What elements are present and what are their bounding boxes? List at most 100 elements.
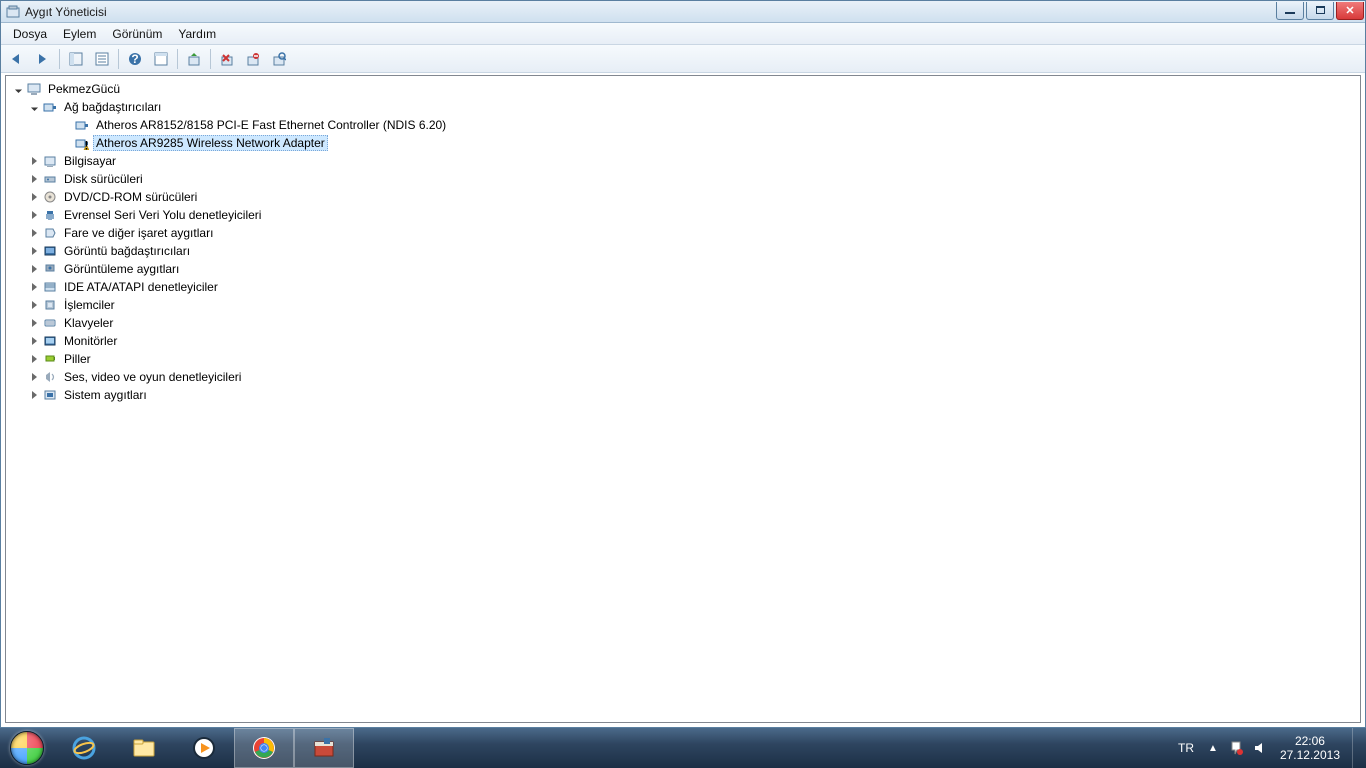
tree-device-ethernet[interactable]: Atheros AR8152/8158 PCI-E Fast Ethernet … (6, 116, 1360, 134)
expand-icon[interactable] (26, 243, 42, 259)
tree-category[interactable]: Ses, video ve oyun denetleyicileri (6, 368, 1360, 386)
separator (177, 49, 178, 69)
help-button[interactable]: ? (123, 47, 147, 71)
tree-root[interactable]: PekmezGücü (6, 80, 1360, 98)
forward-button[interactable] (31, 47, 55, 71)
tree-label: Görüntü bağdaştırıcıları (61, 243, 193, 259)
tree-device-wireless[interactable]: ! Atheros AR9285 Wireless Network Adapte… (6, 134, 1360, 152)
show-hidden-icons[interactable]: ▲ (1202, 743, 1224, 754)
expand-icon[interactable] (26, 297, 42, 313)
tree-label: Evrensel Seri Veri Yolu denetleyicileri (61, 207, 264, 223)
spacer (58, 117, 74, 133)
taskbar-pinned (54, 728, 354, 768)
minimize-button[interactable] (1276, 2, 1304, 20)
date-label: 27.12.2013 (1280, 748, 1340, 762)
network-adapter-icon (42, 99, 58, 115)
taskbar-explorer[interactable] (114, 728, 174, 768)
expand-icon[interactable] (26, 333, 42, 349)
toolbar: ? (1, 45, 1365, 73)
tree-category-network[interactable]: Ağ bağdaştırıcıları (6, 98, 1360, 116)
tree-category[interactable]: Fare ve diğer işaret aygıtları (6, 224, 1360, 242)
scan-hardware-button[interactable] (267, 47, 291, 71)
expand-icon[interactable] (26, 99, 42, 115)
expand-icon[interactable] (26, 189, 42, 205)
close-button[interactable]: ✕ (1336, 2, 1364, 20)
separator (118, 49, 119, 69)
tree-label: Disk sürücüleri (61, 171, 146, 187)
tree-category[interactable]: İşlemciler (6, 296, 1360, 314)
network-adapter-icon (74, 117, 90, 133)
taskbar-media-player[interactable] (174, 728, 234, 768)
taskbar: TR ▲ 22:06 27.12.2013 (0, 728, 1366, 768)
computer-icon (26, 81, 42, 97)
tree-category[interactable]: Monitörler (6, 332, 1360, 350)
tree-label: Fare ve diğer işaret aygıtları (61, 225, 216, 241)
category-icon (42, 387, 58, 403)
update-driver-button[interactable] (182, 47, 206, 71)
action-sheet-button[interactable] (149, 47, 173, 71)
tree-category[interactable]: IDE ATA/ATAPI denetleyiciler (6, 278, 1360, 296)
separator (210, 49, 211, 69)
expand-icon[interactable] (26, 387, 42, 403)
expand-icon[interactable] (26, 207, 42, 223)
tree-category[interactable]: DVD/CD-ROM sürücüleri (6, 188, 1360, 206)
expand-icon[interactable] (26, 153, 42, 169)
tree-label: DVD/CD-ROM sürücüleri (61, 189, 200, 205)
tree-category[interactable]: Klavyeler (6, 314, 1360, 332)
tree-category[interactable]: Bilgisayar (6, 152, 1360, 170)
expand-icon[interactable] (26, 369, 42, 385)
system-tray: TR ▲ 22:06 27.12.2013 (1170, 728, 1366, 768)
tree-category[interactable]: Sistem aygıtları (6, 386, 1360, 404)
spacer (58, 135, 74, 151)
category-icon (42, 315, 58, 331)
clock[interactable]: 22:06 27.12.2013 (1272, 734, 1348, 762)
tree-category[interactable]: Görüntü bağdaştırıcıları (6, 242, 1360, 260)
back-button[interactable] (5, 47, 29, 71)
disable-button[interactable] (241, 47, 265, 71)
show-hide-console-tree-button[interactable] (64, 47, 88, 71)
tree-label: Ses, video ve oyun denetleyicileri (61, 369, 244, 385)
window-buttons: ✕ (1274, 2, 1364, 22)
tree-label: Görüntüleme aygıtları (61, 261, 182, 277)
expand-icon[interactable] (26, 225, 42, 241)
category-icon (42, 351, 58, 367)
tree-category[interactable]: Evrensel Seri Veri Yolu denetleyicileri (6, 206, 1360, 224)
taskbar-ie[interactable] (54, 728, 114, 768)
category-icon (42, 207, 58, 223)
tree-label: Ağ bağdaştırıcıları (61, 99, 164, 115)
tree-category[interactable]: Görüntüleme aygıtları (6, 260, 1360, 278)
properties-button[interactable] (90, 47, 114, 71)
uninstall-button[interactable] (215, 47, 239, 71)
tree-label: Sistem aygıtları (61, 387, 150, 403)
time-label: 22:06 (1280, 734, 1340, 748)
taskbar-chrome[interactable] (234, 728, 294, 768)
expand-icon[interactable] (26, 279, 42, 295)
titlebar: Aygıt Yöneticisi ✕ (1, 1, 1365, 23)
start-button[interactable] (0, 728, 54, 768)
svg-text:?: ? (131, 52, 138, 66)
expand-icon[interactable] (26, 315, 42, 331)
menu-file[interactable]: Dosya (5, 25, 55, 43)
tree-label: Bilgisayar (61, 153, 119, 169)
expand-icon[interactable] (10, 81, 26, 97)
device-tree[interactable]: PekmezGücü Ağ bağdaştırıcıları Atheros A… (5, 75, 1361, 723)
tree-category[interactable]: Piller (6, 350, 1360, 368)
show-desktop-button[interactable] (1352, 728, 1362, 768)
menu-view[interactable]: Görünüm (104, 25, 170, 43)
volume-icon[interactable] (1251, 739, 1269, 757)
maximize-button[interactable] (1306, 2, 1334, 20)
tree-label: Klavyeler (61, 315, 116, 331)
expand-icon[interactable] (26, 261, 42, 277)
action-center-icon[interactable] (1227, 739, 1245, 757)
category-icon (42, 279, 58, 295)
tree-label: IDE ATA/ATAPI denetleyiciler (61, 279, 221, 295)
category-icon (42, 261, 58, 277)
language-indicator[interactable]: TR (1170, 741, 1202, 755)
taskbar-device-manager[interactable] (294, 728, 354, 768)
menu-action[interactable]: Eylem (55, 25, 104, 43)
expand-icon[interactable] (26, 351, 42, 367)
menu-help[interactable]: Yardım (170, 25, 224, 43)
expand-icon[interactable] (26, 171, 42, 187)
tree-category[interactable]: Disk sürücüleri (6, 170, 1360, 188)
category-icon (42, 189, 58, 205)
